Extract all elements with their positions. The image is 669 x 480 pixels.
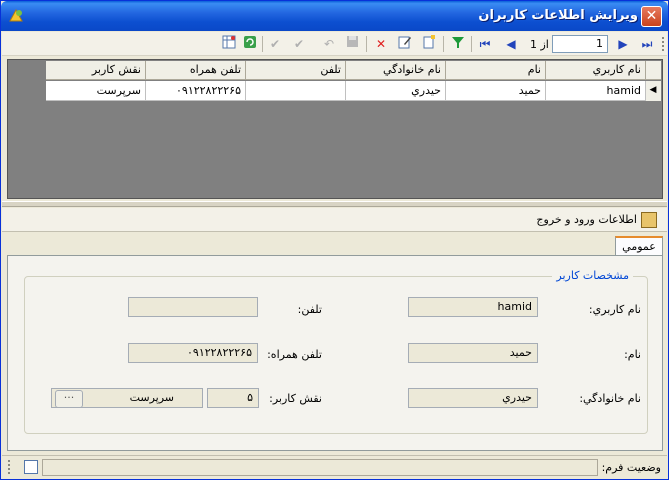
status-value-box [42, 459, 598, 476]
insert-button[interactable] [420, 35, 438, 53]
last-record-icon: ⏮ [479, 37, 491, 51]
table-row[interactable]: hamid حميد حيدري ۰۹۱۲۲۸۲۲۲۶۵ سرپرست [22, 81, 646, 101]
grid-settings-button[interactable] [220, 35, 238, 53]
cell-role[interactable]: سرپرست [46, 81, 146, 101]
column-header-username[interactable]: نام کاربري [546, 61, 646, 80]
phone-field[interactable] [128, 297, 258, 317]
first-record-icon: ⏭ [641, 37, 653, 51]
group-title: مشخصات کاربر [552, 269, 633, 282]
family-field[interactable]: حيدري [408, 388, 538, 408]
save-icon [346, 36, 358, 47]
prev-record-icon: ▶ [618, 37, 628, 51]
phone-label: تلفن: [297, 303, 322, 316]
check-icon: ✔ [293, 37, 305, 51]
prev-record-button[interactable]: ▶ [614, 35, 632, 53]
login-info-panel-header[interactable]: اطلاعات ورود و خروج [2, 208, 667, 232]
title-bar[interactable]: ويرايش اطلاعات کاربران ✕ [1, 1, 668, 31]
filter-icon [452, 37, 464, 48]
name-field[interactable]: حميد [408, 343, 538, 363]
tab-body-general: مشخصات کاربر نام کاربري: hamid نام: حميد… [7, 255, 663, 451]
grid-header: نام کاربري نام نام خانوادگي تلفن تلفن هم… [22, 61, 646, 80]
edit-button[interactable] [396, 35, 414, 53]
column-header-mobile[interactable]: تلفن همراه [146, 61, 246, 80]
column-header-phone[interactable]: تلفن [246, 61, 346, 80]
delete-icon: ✕ [375, 37, 387, 51]
grid-settings-icon [222, 35, 236, 49]
column-header-name[interactable]: نام [446, 61, 546, 80]
role-label: نقش کاربر: [269, 392, 322, 405]
grid-view-icon[interactable] [24, 460, 38, 474]
refresh-button[interactable] [241, 35, 259, 53]
username-label: نام کاربري: [588, 303, 641, 316]
next-record-button[interactable]: ◀ [502, 35, 520, 53]
mobile-field[interactable]: ۰۹۱۲۲۸۲۲۲۶۵ [128, 343, 258, 363]
cell-username[interactable]: hamid [546, 81, 646, 101]
column-header-role[interactable]: نقش کاربر [46, 61, 146, 80]
undo-button[interactable]: ↶ [320, 35, 338, 53]
apply-button[interactable]: ✔ [290, 35, 308, 53]
username-field[interactable]: hamid [408, 297, 538, 317]
record-count-label: از 1 [530, 38, 549, 51]
cell-name[interactable]: حميد [446, 81, 546, 101]
mobile-label: تلفن همراه: [267, 348, 322, 361]
save-button[interactable] [343, 35, 361, 53]
cell-phone[interactable] [246, 81, 346, 101]
edit-icon [398, 36, 411, 49]
check-icon: ✔ [269, 37, 281, 51]
user-details-group: مشخصات کاربر نام کاربري: hamid نام: حميد… [24, 269, 648, 434]
statusbar-grip[interactable] [8, 460, 11, 474]
role-lookup-button[interactable]: ··· [55, 390, 83, 408]
role-name-value: سرپرست [129, 391, 174, 404]
column-header-family[interactable]: نام خانوادگي [346, 61, 446, 80]
tab-strip: عمومي [7, 234, 663, 256]
close-window-button[interactable]: ✕ [641, 6, 662, 27]
delete-button[interactable]: ✕ [372, 35, 390, 53]
panel-title: اطلاعات ورود و خروج [536, 213, 637, 226]
edit-users-window: ويرايش اطلاعات کاربران ✕ ✔ ✔ ↶ ✕ ⏮ ◀ از … [0, 0, 669, 480]
status-bar: وضعيت فرم: [2, 455, 667, 479]
toolbar-grip[interactable] [662, 37, 665, 51]
form-status-label: وضعيت فرم: [601, 461, 661, 474]
name-label: نام: [624, 348, 641, 361]
role-code-field[interactable]: ۵ [207, 388, 259, 408]
post-button[interactable]: ✔ [266, 35, 284, 53]
cell-family[interactable]: حيدري [346, 81, 446, 101]
first-record-button[interactable]: ⏭ [638, 35, 656, 53]
splitter[interactable] [2, 201, 667, 207]
window-title: ويرايش اطلاعات کاربران [478, 8, 638, 23]
close-icon: ✕ [645, 8, 658, 24]
navigator-toolbar: ✔ ✔ ↶ ✕ ⏮ ◀ از 1 1 ▶ ⏭ [2, 32, 667, 56]
record-position-input[interactable]: 1 [552, 35, 608, 53]
app-icon [9, 8, 23, 22]
family-label: نام خانوادگي: [579, 392, 641, 405]
next-record-icon: ◀ [506, 37, 516, 51]
grid-indicator-header [644, 61, 661, 80]
tab-general[interactable]: عمومي [615, 236, 663, 256]
panel-icon [641, 212, 657, 228]
last-record-button[interactable]: ⏮ [476, 35, 494, 53]
undo-icon: ↶ [323, 37, 335, 51]
cell-mobile[interactable]: ۰۹۱۲۲۸۲۲۲۶۵ [146, 81, 246, 101]
users-grid[interactable]: نام کاربري نام نام خانوادگي تلفن تلفن هم… [7, 59, 663, 199]
filter-button[interactable] [449, 35, 467, 53]
insert-icon [423, 35, 435, 49]
refresh-icon [244, 36, 256, 48]
row-indicator[interactable]: ◀ [644, 81, 661, 101]
